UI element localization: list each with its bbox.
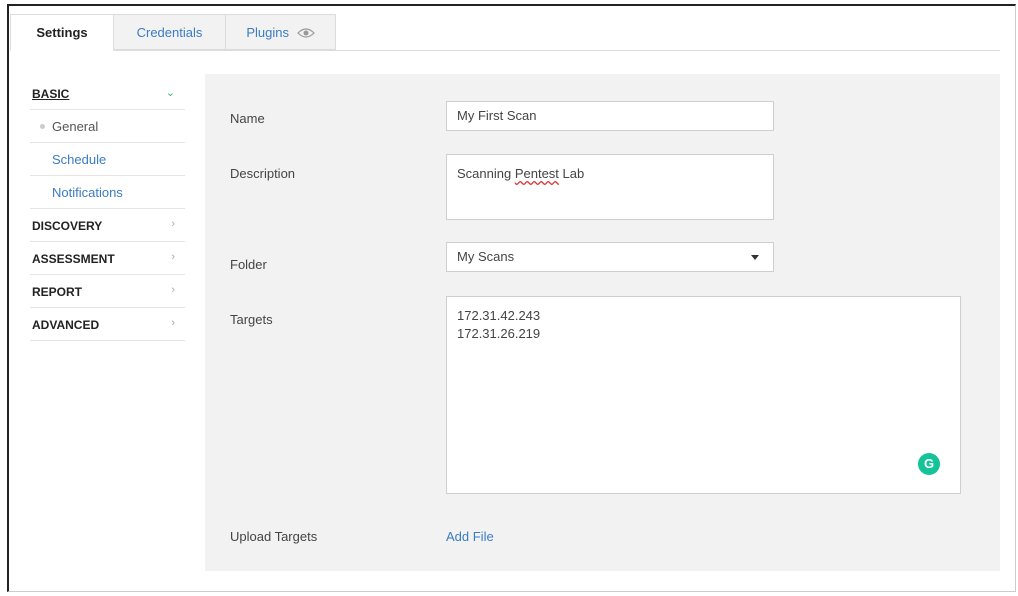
description-text-rest: Lab	[558, 166, 585, 181]
sidebar-section-assessment-label: ASSESSMENT	[32, 252, 115, 266]
tab-bar: Settings Credentials Plugins	[10, 14, 1000, 51]
chevron-right-icon: ›	[171, 218, 175, 230]
target-line: 172.31.42.243	[457, 308, 541, 323]
name-input-value: My First Scan	[457, 108, 537, 123]
tab-credentials[interactable]: Credentials	[114, 14, 226, 50]
sidebar-section-discovery[interactable]: DISCOVERY ›	[30, 209, 185, 242]
sidebar-item-notifications-label: Notifications	[52, 185, 123, 200]
sidebar-section-advanced-label: ADVANCED	[32, 318, 100, 332]
sidebar-item-general[interactable]: General	[30, 110, 185, 143]
sidebar-item-general-label: General	[52, 119, 99, 134]
settings-sidebar: BASIC ⌄ General Schedule Notifications D…	[30, 80, 185, 341]
grammarly-icon[interactable]: G	[918, 453, 940, 475]
description-text: Scanning	[457, 166, 515, 181]
tab-plugins[interactable]: Plugins	[226, 14, 336, 50]
general-settings-panel: Name My First Scan Description Scanning …	[205, 74, 1000, 571]
description-textarea[interactable]: Scanning Pentest Lab	[446, 154, 774, 220]
description-label: Description	[230, 166, 296, 181]
targets-textarea[interactable]: 172.31.42.243 172.31.26.219 G	[446, 296, 961, 494]
chevron-down-icon: ⌄	[165, 87, 175, 99]
targets-label: Targets	[230, 312, 273, 327]
sidebar-item-notifications[interactable]: Notifications	[30, 176, 185, 209]
add-file-link[interactable]: Add File	[446, 529, 494, 544]
sidebar-item-schedule-label: Schedule	[52, 152, 107, 167]
sidebar-section-basic[interactable]: BASIC ⌄	[30, 80, 185, 110]
chevron-right-icon: ›	[171, 251, 175, 263]
tab-credentials-label: Credentials	[136, 25, 203, 40]
sidebar-item-schedule[interactable]: Schedule	[30, 143, 185, 176]
sidebar-section-advanced[interactable]: ADVANCED ›	[30, 308, 185, 341]
sidebar-section-discovery-label: DISCOVERY	[32, 219, 103, 233]
sidebar-section-basic-label: BASIC	[32, 87, 70, 101]
folder-select[interactable]: My Scans	[446, 242, 774, 272]
description-spellcheck-word: Pentest	[514, 166, 559, 181]
target-line: 172.31.26.219	[457, 326, 541, 341]
sidebar-section-assessment[interactable]: ASSESSMENT ›	[30, 242, 185, 275]
name-label: Name	[230, 111, 265, 126]
chevron-right-icon: ›	[171, 284, 175, 296]
sidebar-section-report-label: REPORT	[32, 285, 83, 299]
bullet-icon	[40, 124, 45, 129]
upload-targets-label: Upload Targets	[230, 529, 318, 544]
name-input[interactable]: My First Scan	[446, 101, 774, 131]
tab-settings-label: Settings	[36, 25, 88, 40]
caret-down-icon	[751, 255, 759, 260]
chevron-right-icon: ›	[171, 317, 175, 329]
sidebar-section-report[interactable]: REPORT ›	[30, 275, 185, 308]
folder-select-value: My Scans	[457, 249, 515, 264]
folder-label: Folder	[230, 257, 267, 272]
tab-plugins-label: Plugins	[246, 25, 289, 40]
eye-icon	[296, 16, 315, 52]
tab-settings[interactable]: Settings	[10, 14, 114, 51]
